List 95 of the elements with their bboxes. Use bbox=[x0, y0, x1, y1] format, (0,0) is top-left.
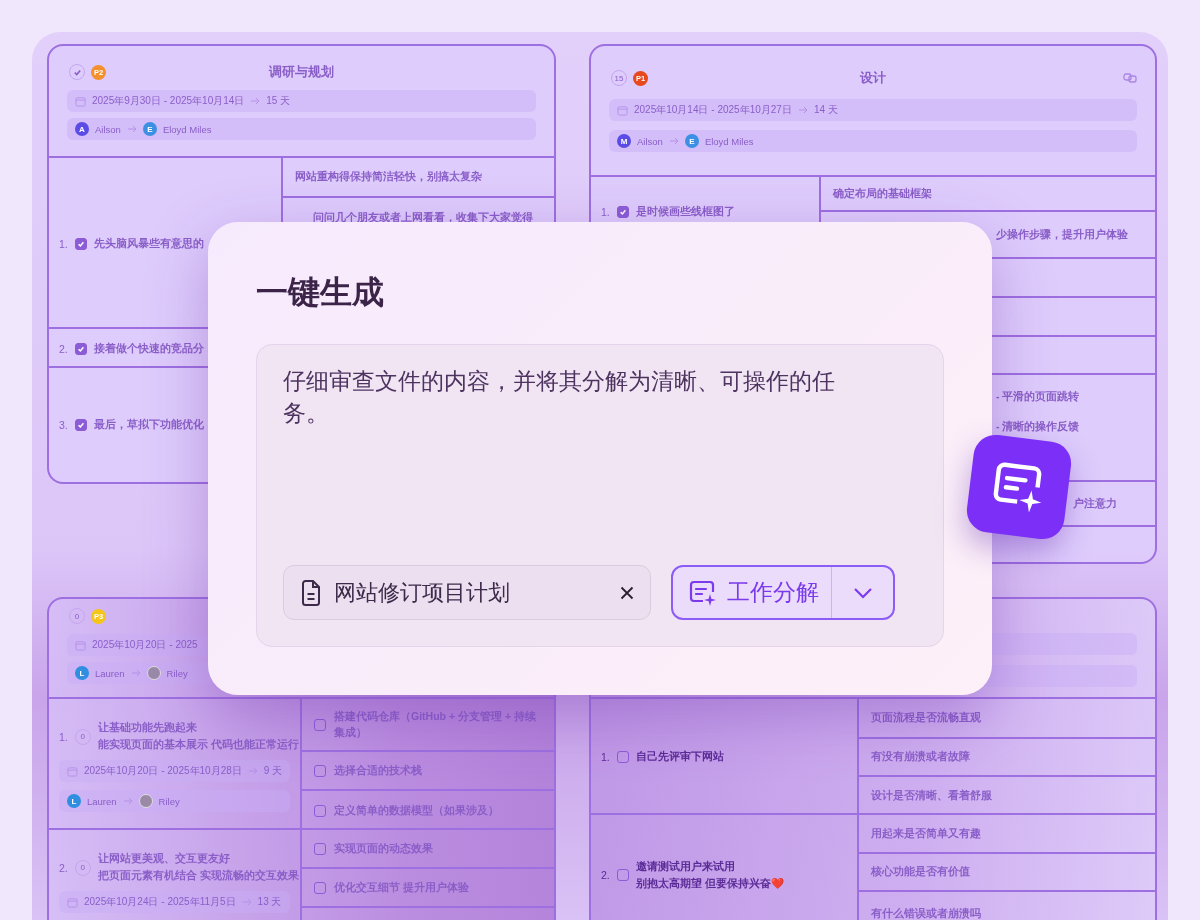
duration-text: 15 天 bbox=[266, 94, 291, 108]
checkbox[interactable] bbox=[616, 751, 629, 763]
checkbox[interactable] bbox=[616, 869, 629, 881]
checkbox[interactable] bbox=[314, 881, 326, 894]
checkbox[interactable] bbox=[74, 237, 87, 250]
document-icon bbox=[300, 579, 322, 606]
person-name: Eloyd Miles bbox=[162, 123, 212, 135]
check-icon bbox=[76, 239, 85, 248]
calendar-icon bbox=[67, 896, 78, 908]
task-text: 把页面元素有机结合 实现流畅的交互效果 bbox=[97, 869, 299, 883]
subtask-text: - 清晰的操作反馈 bbox=[996, 418, 1080, 434]
arrow-icon bbox=[122, 797, 133, 805]
subtask-text: 页面流程是否流畅直观 bbox=[871, 710, 981, 726]
subtask-text: 户注意力 bbox=[1073, 495, 1117, 511]
avatar: L bbox=[67, 794, 81, 808]
calendar-icon bbox=[75, 95, 86, 107]
person-name: Riley bbox=[158, 795, 180, 807]
person-name: Riley bbox=[166, 667, 188, 679]
person-name: Lauren bbox=[95, 667, 125, 679]
checkbox[interactable] bbox=[616, 206, 629, 218]
task-number: 2. bbox=[601, 869, 610, 881]
subtask-text: - 平滑的页面跳转 bbox=[996, 389, 1080, 404]
checkbox[interactable] bbox=[314, 804, 326, 817]
person-name: Eloyd Miles bbox=[704, 135, 754, 147]
arrow-icon bbox=[250, 97, 261, 105]
date-range: 2025年10月20日 - 2025 bbox=[92, 638, 198, 652]
prompt-input[interactable]: 仔细审查文件的内容，并将其分解为清晰、可操作的任务。 bbox=[283, 365, 845, 565]
decompose-button[interactable]: 工作分解 bbox=[673, 567, 832, 618]
close-icon[interactable] bbox=[620, 585, 634, 600]
calendar-icon bbox=[75, 639, 86, 651]
date-range: 2025年10月14日 - 2025年10月27日 bbox=[634, 103, 792, 117]
duration-text: 14 天 bbox=[813, 103, 838, 117]
task-text: 自己先评审下网站 bbox=[635, 750, 724, 764]
prompt-field[interactable]: 仔细审查文件的内容，并将其分解为清晰、可操作的任务。 网站修订项目计划 工作分解 bbox=[256, 344, 944, 647]
subtask-text: 有什么错误或者崩溃吗 bbox=[871, 905, 981, 920]
task-number: 1. bbox=[601, 751, 610, 763]
calendar-icon bbox=[67, 765, 78, 777]
checkbox[interactable] bbox=[314, 764, 326, 777]
check-icon bbox=[618, 208, 627, 216]
date-range: 2025年10月20日 - 2025年10月28日 bbox=[83, 764, 242, 778]
task-text: 能实现页面的基本展示 代码也能正常运行 bbox=[97, 738, 299, 752]
task-number: 1. bbox=[59, 730, 68, 743]
checkbox[interactable] bbox=[74, 419, 87, 431]
date-range: 2025年9月30日 - 2025年10月14日 bbox=[92, 94, 245, 108]
avatar: E bbox=[142, 122, 157, 136]
task-number: 2. bbox=[59, 861, 68, 874]
subtask-text: 确定布局的基础框架 bbox=[833, 185, 932, 201]
task-number: 1. bbox=[59, 237, 68, 250]
card-title: 设计 bbox=[860, 69, 886, 87]
task-text: 先头脑风暴些有意思的 bbox=[93, 236, 204, 251]
overlap-squares-icon[interactable] bbox=[1123, 73, 1137, 83]
subtask-text: 设计是否清晰、看着舒服 bbox=[871, 788, 992, 804]
checkbox[interactable] bbox=[314, 718, 326, 731]
checkbox[interactable] bbox=[314, 842, 326, 855]
task-text: 让基础功能先跑起来 bbox=[97, 721, 198, 735]
task-text: 别抱太高期望 但要保持兴奋❤ bbox=[635, 876, 784, 891]
subtask-text: 用起来是否简单又有趣 bbox=[871, 825, 981, 841]
subtask-text: 核心功能是否有价值 bbox=[871, 864, 970, 880]
check-icon bbox=[76, 421, 85, 429]
arrow-icon bbox=[130, 669, 141, 677]
avatar-placeholder bbox=[138, 794, 153, 808]
subtask-text: 问问几个朋友或者上网看看，收集下大家觉得 bbox=[313, 210, 533, 225]
person-name: Ailson bbox=[637, 135, 663, 147]
avatar: A bbox=[75, 122, 89, 136]
arrow-icon bbox=[126, 125, 137, 133]
checkbox[interactable] bbox=[74, 342, 87, 355]
person-name: Lauren bbox=[87, 795, 117, 807]
subtask-text: 网站重构得保持简洁轻快，别搞太复杂 bbox=[295, 169, 482, 185]
task-text: 接着做个快速的竞品分 bbox=[93, 341, 204, 356]
date-range: 2025年10月24日 - 2025年11月5日 bbox=[84, 895, 236, 909]
subtask-text: 有没有崩溃或者故障 bbox=[871, 749, 970, 765]
task-text: 邀请测试用户来试用 bbox=[635, 859, 736, 874]
task-text: 最后，草拟下功能优化 bbox=[93, 418, 204, 432]
chevron-down-icon bbox=[852, 586, 873, 599]
dialog-title: 一键生成 bbox=[256, 272, 385, 313]
subtask-text: 少操作步骤，提升用户体验 bbox=[996, 226, 1128, 242]
person-name: Ailson bbox=[95, 123, 121, 135]
duration-text: 13 天 bbox=[257, 895, 282, 909]
avatar: E bbox=[684, 134, 699, 148]
attachment-name: 网站修订项目计划 bbox=[334, 578, 511, 607]
avatar-placeholder bbox=[146, 666, 161, 680]
calendar-icon bbox=[617, 104, 628, 116]
task-number: 1. bbox=[601, 206, 610, 218]
check-icon bbox=[76, 344, 85, 353]
task-text: 让网站更美观、交互更友好 bbox=[97, 852, 231, 866]
task-text: 是时候画些线框图了 bbox=[635, 205, 735, 219]
avatar: M bbox=[617, 134, 631, 148]
task-number: 2. bbox=[59, 342, 68, 355]
duration-text: 9 天 bbox=[263, 764, 282, 778]
sparkle-note-icon bbox=[689, 579, 717, 606]
card-title: 调研与规划 bbox=[269, 63, 334, 81]
task-number: 3. bbox=[59, 419, 68, 431]
avatar: L bbox=[75, 666, 89, 680]
arrow-icon bbox=[668, 137, 679, 145]
arrow-icon bbox=[797, 106, 808, 114]
